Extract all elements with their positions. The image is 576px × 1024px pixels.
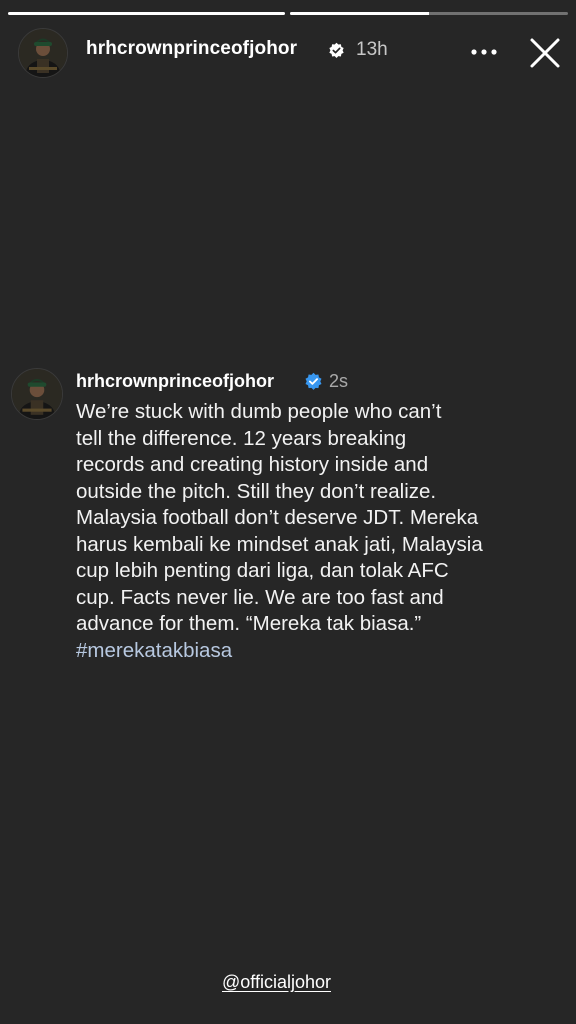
hashtag-link[interactable]: #merekatakbiasa (76, 638, 562, 665)
mention-sticker[interactable]: @officialjohor (222, 972, 331, 993)
avatar-portrait-icon (12, 369, 62, 419)
caption-line: harus kembali ke mindset anak jati, Mala… (76, 532, 483, 556)
verified-badge-icon (329, 42, 344, 59)
story-progress-fill-1 (8, 12, 285, 15)
header-avatar[interactable] (18, 28, 68, 78)
verified-badge-icon (305, 372, 322, 390)
caption-line: cup lebih penting dari liga, dan tolak A… (76, 559, 449, 582)
caption-line: Malaysia football don’t deserve JDT. Mer… (76, 506, 479, 529)
story-progress-segment-1 (8, 12, 285, 15)
caption-line: outside the pitch. Still they don’t real… (76, 479, 437, 503)
caption-line: We’re stuck with dumb people who can’t (76, 400, 442, 423)
avatar-portrait-icon (19, 29, 67, 77)
post-avatar[interactable] (11, 368, 63, 420)
caption-line: records and creating history inside and (76, 453, 429, 476)
more-horizontal-icon[interactable] (466, 38, 502, 66)
close-icon[interactable] (526, 34, 564, 72)
post-username[interactable]: hrhcrownprinceofjohor (76, 371, 274, 392)
caption-line: advance for them. “Mereka tak biasa.” (76, 612, 422, 635)
story-progress-fill-2 (290, 12, 429, 15)
story-progress-segment-2 (290, 12, 568, 15)
post-timestamp: 2s (329, 371, 349, 391)
post-caption: We’re stuck with dumb people who can’t t… (76, 399, 562, 664)
caption-line: tell the difference. 12 years breaking (76, 426, 407, 450)
header-timestamp: 13h (356, 39, 388, 60)
header-username[interactable]: hrhcrownprinceofjohor (86, 38, 297, 60)
caption-line: cup. Facts never lie. We are too fast an… (76, 585, 444, 609)
